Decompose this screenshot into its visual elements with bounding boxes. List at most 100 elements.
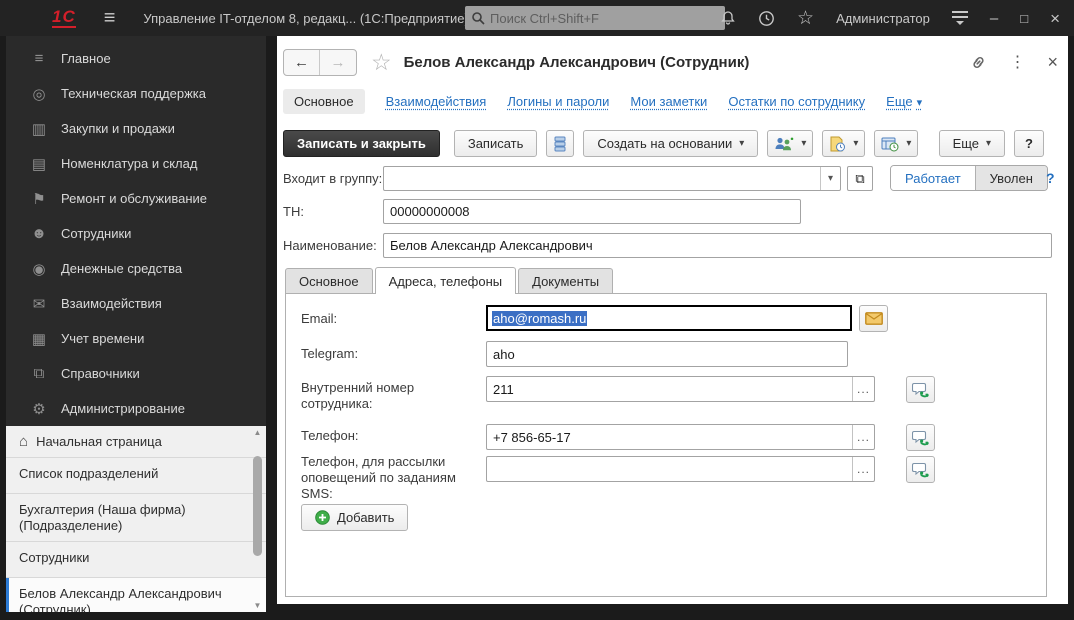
close-form-button[interactable]: × <box>1047 52 1058 73</box>
global-search[interactable] <box>465 6 725 30</box>
service-menu-icon[interactable] <box>952 11 968 25</box>
choose-ellipsis-button[interactable]: ... <box>852 425 874 449</box>
navlink-osnovnoe[interactable]: Основное <box>283 89 365 114</box>
forward-button[interactable]: → <box>320 50 356 75</box>
choose-ellipsis-button[interactable]: ... <box>852 457 874 481</box>
call-button[interactable] <box>906 456 935 483</box>
scheduled-list-button[interactable]: ▾ <box>874 130 918 157</box>
internal-number-field[interactable]: ... <box>486 376 875 402</box>
navlink-my-notes[interactable]: Мои заметки <box>630 94 707 109</box>
sidebar-item-references[interactable]: ⧉Справочники <box>6 356 266 391</box>
tab-osnovnoe[interactable]: Основное <box>285 268 373 294</box>
group-input[interactable] <box>384 167 840 190</box>
sidebar-item-administration[interactable]: ⚙Администрирование <box>6 391 266 426</box>
nav-item-employees[interactable]: Сотрудники <box>6 542 266 578</box>
telegram-input[interactable] <box>487 342 847 366</box>
maximize-button[interactable]: □ <box>1020 12 1028 25</box>
sidebar-scrollbar[interactable]: ▲ ▼ <box>251 428 264 610</box>
email-value-selected: aho@romash.ru <box>492 311 587 326</box>
send-email-button[interactable] <box>859 305 888 332</box>
close-window-button[interactable]: × <box>1050 10 1060 27</box>
home-icon: ⌂ <box>19 433 28 450</box>
gear-icon: ⚙ <box>28 400 50 418</box>
group-field[interactable]: ▾ <box>383 166 841 191</box>
sidebar-item-money[interactable]: ◉Денежные средства <box>6 251 266 286</box>
navlink-logins-passwords[interactable]: Логины и пароли <box>507 94 609 109</box>
tab-documents[interactable]: Документы <box>518 268 613 294</box>
save-and-close-button[interactable]: Записать и закрыть <box>283 130 440 157</box>
help-button[interactable]: ? <box>1014 130 1044 157</box>
sidebar-item-nomenclature[interactable]: ▤Номенклатура и склад <box>6 146 266 181</box>
tn-input[interactable] <box>384 200 800 223</box>
addresses-phones-panel: Email: aho@romash.ru Telegram: Внутренни… <box>285 293 1047 597</box>
search-input[interactable] <box>490 11 719 26</box>
choose-ellipsis-button[interactable]: ... <box>852 377 874 401</box>
sidebar-item-time-tracking[interactable]: ▦Учет времени <box>6 321 266 356</box>
navlink-more[interactable]: Еще▾ <box>886 94 922 109</box>
register-records-button[interactable] <box>546 130 574 157</box>
add-contact-button[interactable]: Добавить <box>301 504 408 531</box>
sidebar-item-tech-support[interactable]: ◎Техническая поддержка <box>6 76 266 111</box>
kebab-menu-icon[interactable]: ⋮ <box>1009 52 1025 72</box>
life-ring-icon: ◎ <box>28 85 50 103</box>
plus-circle-icon <box>315 510 330 525</box>
doc-clock-icon <box>829 136 846 152</box>
sidebar-item-glavnoe[interactable]: ≡Главное <box>6 41 266 76</box>
name-field[interactable] <box>383 233 1052 258</box>
status-help-link[interactable]: ? <box>1046 170 1055 186</box>
task-document-button[interactable]: ▾ <box>822 130 865 157</box>
notifications-bell-icon[interactable] <box>720 10 736 26</box>
tn-field[interactable] <box>383 199 801 224</box>
sections-menu: ≡Главное ◎Техническая поддержка ▥Закупки… <box>6 41 266 426</box>
nav-item-belov-employee[interactable]: Белов Александр Александрович (Сотрудник… <box>6 578 266 612</box>
navlink-interactions[interactable]: Взаимодействия <box>386 94 487 109</box>
more-button[interactable]: Еще▾ <box>939 130 1005 157</box>
back-button[interactable]: ← <box>284 50 320 75</box>
form-toolbar: Записать и закрыть Записать Создать на о… <box>283 130 1044 157</box>
nav-item-home[interactable]: ⌂Начальная страница <box>6 426 266 458</box>
tn-label: ТН: <box>283 204 304 219</box>
nav-item-departments-list[interactable]: Список подразделений <box>6 458 266 494</box>
favorites-star-icon[interactable]: ☆ <box>797 9 814 28</box>
status-toggle: Работает Уволен <box>890 165 1048 191</box>
form-nav-links: Основное Взаимодействия Логины и пароли … <box>283 88 922 114</box>
sidebar-item-purchases[interactable]: ▥Закупки и продажи <box>6 111 266 146</box>
sidebar-item-employees[interactable]: ☻Сотрудники <box>6 216 266 251</box>
scroll-up-icon[interactable]: ▲ <box>251 428 264 437</box>
titlebar-actions: ☆ Администратор – □ × <box>720 0 1060 36</box>
email-field[interactable]: aho@romash.ru <box>486 305 852 331</box>
phone-input[interactable] <box>487 425 874 449</box>
history-icon[interactable] <box>758 10 775 27</box>
status-working-button[interactable]: Работает <box>891 166 976 190</box>
tab-addresses-phones[interactable]: Адреса, телефоны <box>375 267 517 294</box>
telegram-field[interactable] <box>486 341 848 367</box>
add-user-button[interactable]: ▾ <box>767 130 813 157</box>
favorite-star-icon[interactable]: ☆ <box>371 49 392 76</box>
current-user-label[interactable]: Администратор <box>836 11 930 26</box>
name-input[interactable] <box>384 234 1051 257</box>
group-open-button[interactable]: ⧉ <box>847 166 873 191</box>
sms-phone-input[interactable] <box>487 457 874 481</box>
telegram-label: Telegram: <box>301 346 486 362</box>
link-icon[interactable] <box>970 54 987 71</box>
create-based-on-button[interactable]: Создать на основании▾ <box>583 130 758 157</box>
chevron-down-icon: ▾ <box>986 138 991 149</box>
phone-field[interactable]: ... <box>486 424 875 450</box>
call-button[interactable] <box>906 376 935 403</box>
status-fired-button[interactable]: Уволен <box>976 166 1047 190</box>
combo-caret-icon[interactable]: ▾ <box>820 167 840 190</box>
email-label: Email: <box>301 311 486 327</box>
sidebar-item-repair[interactable]: ⚑Ремонт и обслуживание <box>6 181 266 216</box>
scrollbar-thumb[interactable] <box>253 456 262 556</box>
minimize-button[interactable]: – <box>990 11 998 26</box>
call-button[interactable] <box>906 424 935 451</box>
sidebar-item-interactions[interactable]: ✉Взаимодействия <box>6 286 266 321</box>
navlink-employee-balances[interactable]: Остатки по сотруднику <box>728 94 865 109</box>
main-menu-icon[interactable]: ≡ <box>104 7 116 30</box>
save-button[interactable]: Записать <box>454 130 538 157</box>
sms-phone-field[interactable]: ... <box>486 456 875 482</box>
scroll-down-icon[interactable]: ▼ <box>251 601 264 610</box>
add-user-icon <box>774 136 794 152</box>
nav-item-accounting[interactable]: Бухгалтерия (Наша фирма) (Подразделение) <box>6 494 266 542</box>
internal-number-input[interactable] <box>487 377 874 401</box>
